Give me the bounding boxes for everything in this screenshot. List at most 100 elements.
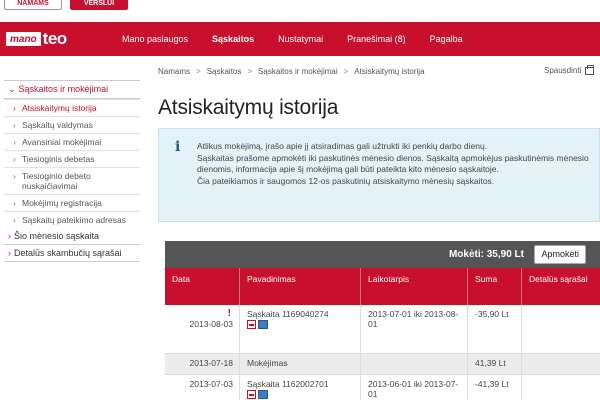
breadcrumb-current: Atsiskaitymų istorija — [354, 67, 425, 76]
column-header-data[interactable]: Data — [165, 268, 240, 305]
sidebar-section-label: Detalūs skambučių sąrašai — [14, 248, 122, 258]
chevron-down-icon: ⌄ — [8, 84, 16, 94]
cell-date-value: 2013-07-03 — [189, 379, 233, 389]
cell-period: 2013-07-01 iki 2013-08-01 — [361, 305, 468, 353]
sidebar-item-mokejimu-registracija[interactable]: › Mokėjimų registracija — [4, 194, 140, 211]
sidebar-item-label: Mokėjimų registracija — [22, 198, 102, 208]
print-label: Spausdinti — [544, 66, 582, 75]
info-line-2: Sąskaitas prašome apmokėti iki paskutinė… — [197, 152, 589, 175]
sidebar-item-tiesioginis-debetas[interactable]: › Tiesioginis debetas — [4, 150, 140, 167]
tab-namams[interactable]: NAMAMS — [4, 0, 62, 10]
table-row: ! 2013-08-03 Sąskaita 1169040274 2013-07… — [165, 305, 600, 354]
nav-nustatymai[interactable]: Nustatymai — [266, 22, 335, 56]
sidebar-section-sio-menesio-saskaita[interactable]: › Šio mėnesio sąskaita — [4, 228, 140, 245]
logo-mano: mano — [6, 32, 41, 46]
info-line-1: Atlikus mokėjimą, įrašo apie jį atsiradi… — [197, 141, 488, 151]
document-icon[interactable] — [258, 390, 268, 399]
table-row: 2013-07-18 Mokėjimas 41,39 Lt — [165, 354, 600, 375]
file-icons — [247, 390, 354, 399]
sidebar-item-label: Atsiskaitymų istorija — [22, 103, 97, 113]
column-header-suma[interactable]: Suma — [468, 268, 522, 305]
chevron-right-icon: › — [13, 137, 16, 147]
breadcrumb-separator-icon: > — [247, 67, 253, 76]
main-nav: Mano paslaugos Sąskaitos Nustatymai Pran… — [110, 22, 475, 56]
print-link[interactable]: Spausdinti — [544, 64, 595, 75]
cell-date: 2013-07-03 — [165, 375, 240, 400]
main-header: mano teo Mano paslaugos Sąskaitos Nustat… — [0, 22, 600, 56]
sidebar-item-label: Sąskaitų valdymas — [22, 120, 93, 130]
chevron-right-icon: › — [8, 231, 11, 241]
logo[interactable]: mano teo — [6, 29, 67, 49]
pay-button[interactable]: Apmokėti — [534, 245, 586, 264]
cell-period: 2013-06-01 iki 2013-07-01 — [361, 375, 468, 400]
column-header-pavadinimas[interactable]: Pavadinimas — [240, 268, 361, 305]
breadcrumb-separator-icon: > — [196, 67, 201, 76]
breadcrumb-saskaitos-ir-mokejimai[interactable]: Sąskaitos ir mokėjimai — [258, 67, 338, 76]
pdf-icon[interactable] — [247, 320, 256, 329]
page-title: Atsiskaitymų istorija — [158, 96, 339, 119]
chevron-right-icon: › — [13, 171, 16, 181]
document-icon[interactable] — [258, 320, 268, 329]
sidebar: ⌄ Sąskaitos ir mokėjimai › Atsiskaitymų is… — [4, 80, 140, 262]
breadcrumb: Namams > Sąskaitos > Sąskaitos ir mokėjimai >… — [158, 67, 425, 76]
pdf-icon[interactable] — [247, 390, 256, 399]
cell-period — [361, 354, 468, 374]
nav-pagalba[interactable]: Pagalba — [418, 22, 475, 56]
column-header-laikotarpis[interactable]: Laikotarpis — [361, 268, 468, 305]
cell-name: Sąskaita 1162002701 — [240, 375, 361, 400]
sidebar-item-label: Tiesioginis debetas — [22, 154, 95, 164]
nav-pranesimai[interactable]: Pranešimai (8) — [335, 22, 418, 56]
breadcrumb-separator-icon: > — [343, 67, 349, 76]
payment-history-table: Data Pavadinimas Laikotarpis Suma Detalū… — [165, 268, 600, 400]
cell-details — [522, 305, 600, 353]
sidebar-item-debeto-nuskaiciavimai[interactable]: › Tiesioginio debeto nuskaičiavimai — [4, 167, 140, 194]
cell-date: 2013-07-18 — [165, 354, 240, 374]
sidebar-item-label: Avansiniai mokėjimai — [22, 137, 102, 147]
cell-details — [522, 375, 600, 400]
chevron-right-icon: › — [8, 248, 11, 258]
sidebar-section-label: Sąskaitos ir mokėjimai — [18, 84, 109, 94]
info-text: Atlikus mokėjimą, įrašo apie jį atsiradi… — [197, 141, 593, 187]
column-header-detalus-sarasai: Detalūs sąrašai — [529, 274, 588, 284]
sidebar-section-detalus-skambuciu-sarasai[interactable]: › Detalūs skambučių sąrašai — [4, 245, 140, 262]
sidebar-section-saskaitos-ir-mokejimai[interactable]: ⌄ Sąskaitos ir mokėjimai — [4, 81, 140, 99]
chevron-right-icon: › — [13, 120, 16, 130]
breadcrumb-namams[interactable]: Namams — [158, 67, 190, 76]
sidebar-section-label: Šio mėnesio sąskaita — [14, 231, 100, 241]
cell-sum: 41,39 Lt — [468, 354, 522, 374]
chevron-right-icon: › — [13, 103, 16, 113]
sidebar-item-label: Tiesioginio debeto nuskaičiavimai — [22, 171, 91, 191]
sidebar-item-atsiskaitymu-istorija[interactable]: › Atsiskaitymų istorija — [4, 99, 140, 116]
info-line-3: Čia pateikiamos ir saugomos 12-os paskut… — [197, 175, 495, 186]
info-box: i Atlikus mokėjimą, įrašo apie jį atsira… — [158, 128, 600, 222]
breadcrumb-saskaitos[interactable]: Sąskaitos — [207, 67, 242, 76]
table-header: Data Pavadinimas Laikotarpis Suma Detalū… — [165, 268, 600, 305]
logo-teo: teo — [42, 29, 68, 48]
info-icon: i — [175, 139, 181, 155]
sidebar-item-pateikimo-adresas[interactable]: › Sąskaitų pateikimo adresas — [4, 211, 140, 228]
printer-icon — [585, 64, 595, 75]
chevron-right-icon: › — [13, 215, 16, 225]
nav-mano-paslaugos[interactable]: Mano paslaugos — [110, 22, 200, 56]
top-tabs: NAMAMS VERSLUI — [0, 0, 600, 12]
cell-date-value: 2013-08-03 — [189, 319, 233, 329]
warning-icon: ! — [227, 308, 231, 319]
cell-date: ! 2013-08-03 — [165, 305, 240, 353]
invoice-link[interactable]: Sąskaita 1162002701 — [247, 379, 329, 389]
cell-name: Sąskaita 1169040274 — [240, 305, 361, 353]
file-icons — [247, 320, 354, 329]
sidebar-item-avansiniai-mokejimai[interactable]: › Avansiniai mokėjimai — [4, 133, 140, 150]
payment-amount: Mokėti: 35,90 Lt — [448, 249, 524, 260]
cell-details — [522, 354, 600, 374]
cell-date-value: 2013-07-18 — [189, 358, 233, 368]
cell-name: Mokėjimas — [240, 354, 361, 374]
tab-verslui[interactable]: VERSLUI — [70, 0, 128, 10]
invoice-link[interactable]: Sąskaita 1169040274 — [247, 309, 329, 319]
cell-sum: -41,39 Lt — [468, 375, 522, 400]
sidebar-item-saskaitu-valdymas[interactable]: › Sąskaitų valdymas — [4, 116, 140, 133]
nav-saskaitos[interactable]: Sąskaitos — [200, 22, 266, 56]
table-row: 2013-07-03 Sąskaita 1162002701 2013-06-0… — [165, 375, 600, 400]
chevron-right-icon: › — [13, 198, 16, 208]
payment-bar: Mokėti: 35,90 Lt Apmokėti — [165, 241, 600, 268]
chevron-right-icon: › — [13, 154, 16, 164]
